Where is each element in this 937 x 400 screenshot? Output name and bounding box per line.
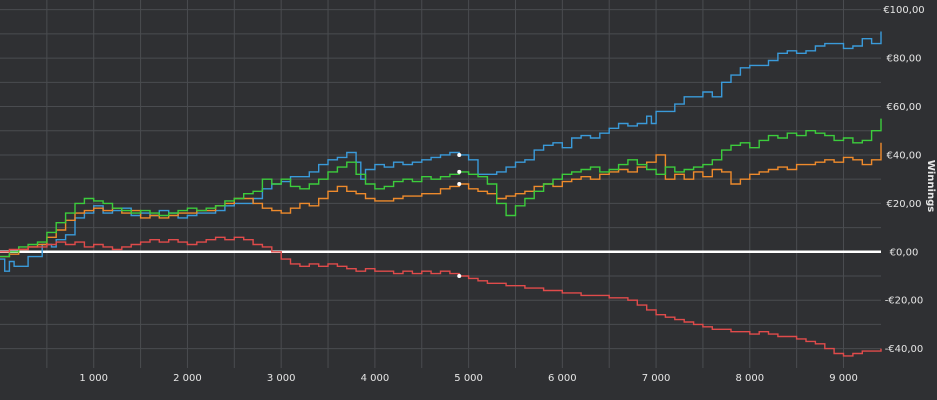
hover-point-4	[457, 274, 462, 278]
x-tick-label: 6 000	[548, 373, 577, 384]
x-tick-label: 3 000	[267, 373, 296, 384]
x-tick-label: 2 000	[173, 373, 202, 384]
y-tick-label: €0,00	[890, 247, 919, 258]
x-tick-label: 1 000	[79, 373, 108, 384]
x-tick-label: 4 000	[361, 373, 390, 384]
x-tick-label: 8 000	[735, 373, 764, 384]
winnings-line-chart[interactable]: €100,00 €80,00 €60,00 €40,00 €20,00 €0,00 -€20…	[0, 0, 937, 400]
y-tick-label: €20,00	[887, 199, 922, 210]
y-tick-label: €80,00	[887, 54, 922, 65]
x-tick-label: 7 000	[642, 373, 671, 384]
y-tick-label: €100,00	[883, 5, 924, 16]
hover-point-3	[457, 169, 462, 174]
y-tick-label: -€40,00	[885, 344, 924, 355]
chart-container: €100,00 €80,00 €60,00 €40,00 €20,00 €0,00 -€20…	[0, 0, 937, 400]
y-tick-label: €60,00	[887, 102, 922, 113]
x-axis-tick-labels: 1 000 2 000 3 000 4 000 5 000 6 000 7 000 8 000…	[79, 373, 857, 384]
y-tick-label: -€20,00	[885, 296, 924, 307]
y-axis-title: Winnings	[925, 160, 936, 212]
x-tick-label: 5 000	[454, 373, 483, 384]
x-tick-label: 9 000	[829, 373, 858, 384]
hover-point-2	[457, 182, 462, 186]
y-tick-label: €40,00	[887, 150, 922, 161]
hover-point-1	[457, 152, 462, 157]
